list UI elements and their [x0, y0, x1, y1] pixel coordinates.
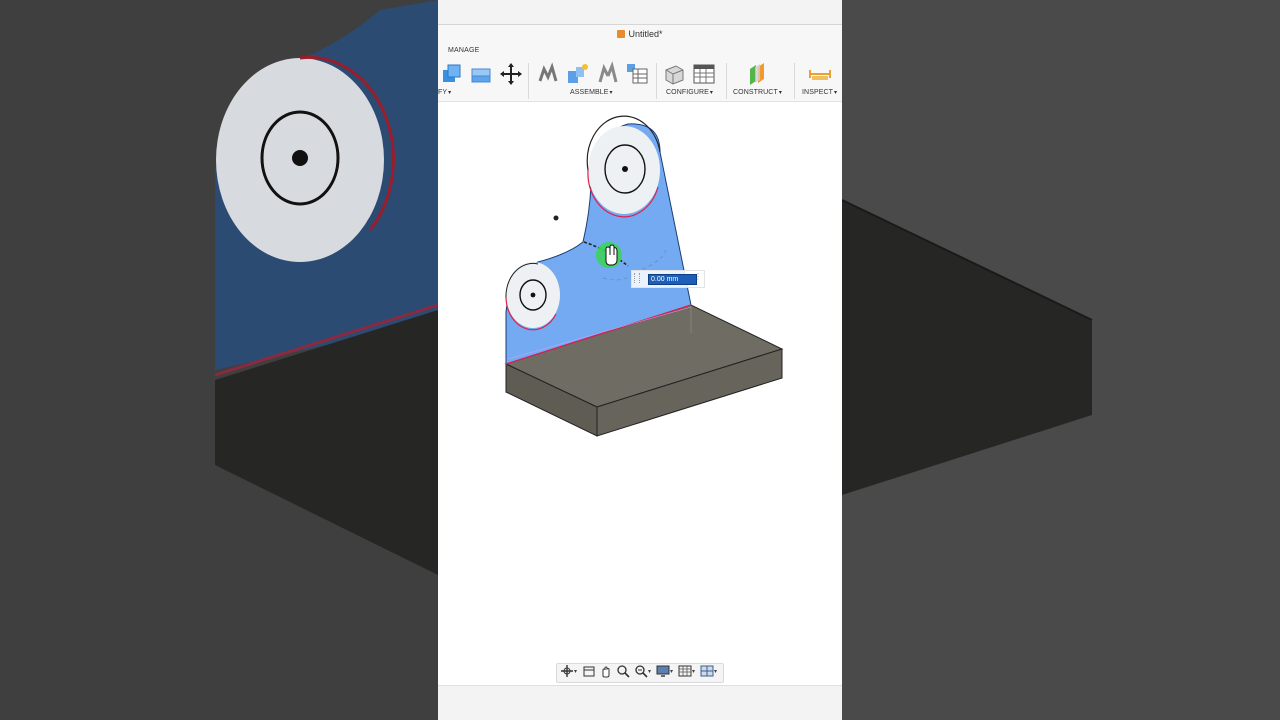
combine-icon[interactable] [438, 61, 464, 87]
orbit-icon[interactable] [560, 664, 574, 678]
hand-cursor-icon [605, 244, 618, 266]
look-at-icon[interactable] [582, 664, 596, 678]
tab-manage[interactable]: MANAGE [448, 47, 480, 54]
group-modify[interactable]: FY▾ [438, 89, 451, 96]
sketch-point[interactable] [553, 215, 559, 221]
measure-icon[interactable] [807, 61, 833, 87]
navigation-bar: ▾ ▾ ▾ ▾ ▾ [556, 663, 724, 683]
zoom-window-icon[interactable] [634, 664, 648, 678]
group-separator [656, 63, 657, 99]
group-assemble[interactable]: ASSEMBLE▾ [570, 89, 613, 96]
pan-icon[interactable] [599, 664, 613, 678]
replace-face-icon[interactable] [468, 61, 494, 87]
fusion-app-window: Untitled* MANAGE FY▾ ASSEMBLE▾ CONFIGURE… [438, 0, 842, 720]
group-configure[interactable]: CONFIGURE▾ [666, 89, 713, 96]
as-built-joint-icon[interactable] [564, 61, 590, 87]
orbit-dropdown-icon[interactable]: ▾ [574, 668, 577, 675]
group-inspect[interactable]: INSPECT▾ [802, 89, 837, 96]
document-title: Untitled* [628, 29, 663, 39]
display-dropdown-icon[interactable]: ▾ [670, 668, 673, 675]
zoom-icon[interactable] [616, 664, 630, 678]
background-zoom-right [842, 0, 1280, 720]
group-construct[interactable]: CONSTRUCT▾ [733, 89, 782, 96]
joint-icon[interactable] [535, 61, 561, 87]
ribbon-toolbar: MANAGE FY▾ ASSEMBLE▾ CONFIGURE▾ CONSTRUC… [438, 45, 842, 102]
joint-origin-icon[interactable] [594, 61, 620, 87]
viewports-dropdown-icon[interactable]: ▾ [714, 668, 717, 675]
group-separator [528, 63, 529, 99]
display-settings-icon[interactable] [656, 664, 670, 678]
drag-handle[interactable] [634, 273, 640, 283]
grid-dropdown-icon[interactable]: ▾ [692, 668, 695, 675]
canvas-viewport[interactable]: 0.00 mm ⋮ ▾ ▾ ▾ ▾ ▾ [438, 102, 842, 685]
window-title-bar [438, 0, 842, 25]
group-separator [726, 63, 727, 99]
fillet-radius-input[interactable]: 0.00 mm [648, 274, 697, 285]
group-separator [794, 63, 795, 99]
more-options-icon[interactable]: ⋮ [694, 272, 702, 281]
bottom-boss[interactable] [505, 262, 560, 331]
zoom-dropdown-icon[interactable]: ▾ [648, 668, 651, 675]
grid-icon[interactable] [678, 664, 692, 678]
move-icon[interactable] [498, 61, 524, 87]
background-zoom-left [0, 0, 438, 720]
document-tab[interactable]: Untitled* [438, 29, 842, 39]
viewports-icon[interactable] [700, 664, 714, 678]
configure-table-icon[interactable] [691, 61, 717, 87]
document-tab-bar: Untitled* [438, 25, 842, 45]
construct-plane-icon[interactable] [744, 61, 770, 87]
document-icon [617, 30, 626, 38]
status-bar [438, 685, 842, 720]
table-icon[interactable] [624, 61, 650, 87]
configure-box-icon[interactable] [661, 61, 687, 87]
